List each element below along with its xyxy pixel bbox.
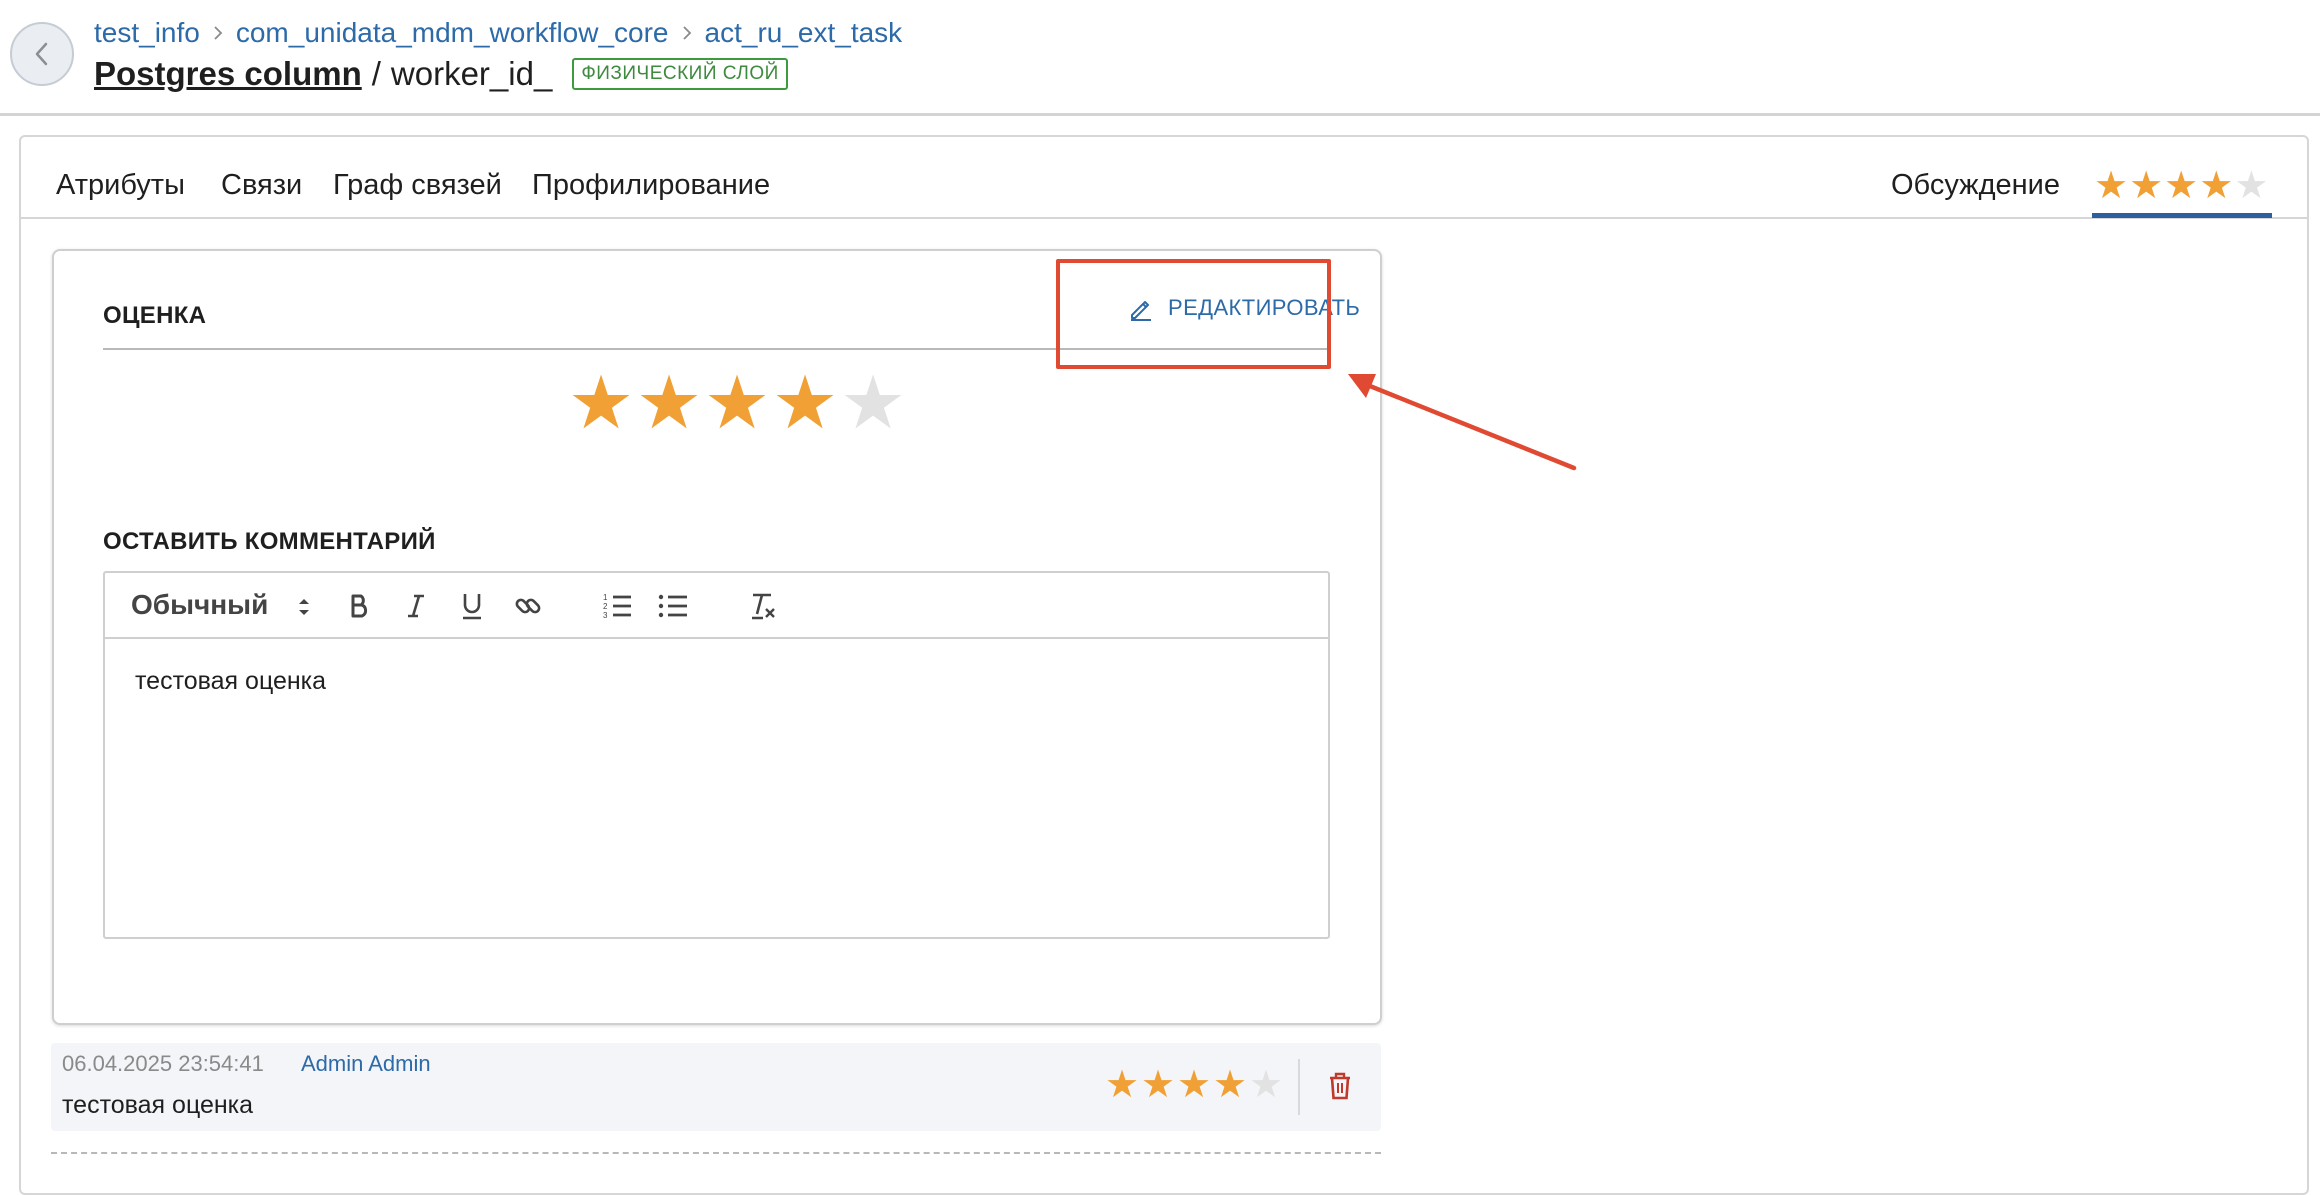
format-select-value: Обычный (131, 589, 269, 620)
underline-button[interactable] (454, 588, 490, 624)
editor-text[interactable]: тестовая оценка (135, 667, 326, 696)
rating-star-icon[interactable]: ★ (771, 363, 839, 443)
breadcrumb-item[interactable]: com_unidata_mdm_workflow_core (236, 17, 669, 49)
comment-rating-star-icon: ★ (1248, 1064, 1284, 1106)
bold-button[interactable] (342, 588, 378, 624)
comment-divider (1298, 1059, 1300, 1115)
rating-star-icon[interactable]: ★ (567, 363, 635, 443)
comment-author[interactable]: Admin Admin (301, 1051, 431, 1077)
delete-comment-button[interactable] (1328, 1071, 1352, 1106)
layer-badge: ФИЗИЧЕСКИЙ СЛОЙ (572, 58, 788, 90)
tab-rating-star-icon: ★ (2164, 165, 2199, 207)
tab-rating-star-icon: ★ (2234, 165, 2269, 207)
tab-rating-star-icon: ★ (2094, 165, 2129, 207)
comment-editor: Обычный 1 2 3 тестовая оценка (103, 571, 1330, 939)
svg-text:2: 2 (603, 602, 608, 611)
comment-item: 06.04.2025 23:54:41 Admin Admin тестовая… (51, 1043, 1381, 1131)
highlight-box (1056, 259, 1331, 369)
entity-name: worker_id_ (390, 55, 553, 92)
tab-relations[interactable]: Связи (221, 169, 302, 202)
ordered-list-icon: 1 2 3 (603, 593, 631, 620)
italic-icon (408, 594, 424, 618)
back-button[interactable] (10, 22, 74, 86)
breadcrumb-item[interactable]: act_ru_ext_task (705, 17, 903, 49)
editor-toolbar: Обычный 1 2 3 (105, 573, 1328, 639)
underline-icon (463, 594, 481, 620)
breadcrumb-item[interactable]: test_info (94, 17, 200, 49)
chevron-right-icon (681, 24, 693, 42)
tab-rating-stars[interactable]: ★ ★ ★ ★ ★ (2094, 167, 2269, 205)
comment-rating-stars: ★ ★ ★ ★ ★ (1104, 1063, 1284, 1107)
trash-icon (1330, 1072, 1350, 1100)
comment-rating-star-icon: ★ (1140, 1064, 1176, 1106)
annotation-arrow (1348, 374, 1577, 471)
tab-relations-graph[interactable]: Граф связей (333, 169, 502, 202)
link-button[interactable] (510, 588, 546, 624)
tab-bar: Атрибуты Связи Граф связей Профилировани… (21, 137, 2307, 219)
page-title: Postgres column / worker_id_ ФИЗИЧЕСКИЙ … (94, 52, 788, 96)
tab-rating-star-icon: ★ (2199, 165, 2234, 207)
select-arrows-icon (299, 599, 309, 615)
tab-discussion[interactable]: Обсуждение (1891, 169, 2060, 202)
comment-rating-star-icon: ★ (1212, 1064, 1248, 1106)
tab-rating-star-icon: ★ (2129, 165, 2164, 207)
tab-profiling[interactable]: Профилирование (532, 169, 770, 202)
bullet-list-icon (658, 594, 687, 618)
rating-star-icon[interactable]: ★ (839, 363, 907, 443)
comment-text: тестовая оценка (62, 1091, 254, 1119)
comment-date: 06.04.2025 23:54:41 (62, 1051, 264, 1076)
comment-rating-star-icon: ★ (1176, 1064, 1212, 1106)
rating-stars[interactable]: ★ ★ ★ ★ ★ (567, 363, 907, 443)
comments-separator (51, 1152, 1381, 1154)
rating-section-title: ОЦЕНКА (103, 302, 207, 329)
entity-type-link[interactable]: Postgres column (94, 55, 362, 93)
format-select[interactable]: Обычный (131, 589, 309, 621)
comment-section-title: ОСТАВИТЬ КОММЕНТАРИЙ (103, 528, 436, 555)
svg-text:3: 3 (603, 611, 608, 620)
bold-icon (351, 594, 368, 618)
italic-button[interactable] (398, 588, 434, 624)
clear-format-icon (752, 593, 775, 620)
title-separator: / (371, 55, 381, 92)
rating-star-icon[interactable]: ★ (635, 363, 703, 443)
breadcrumb: test_info com_unidata_mdm_workflow_core … (94, 16, 902, 50)
rating-star-icon[interactable]: ★ (703, 363, 771, 443)
chevron-left-icon (35, 42, 48, 66)
active-tab-indicator (2092, 213, 2272, 218)
svg-text:1: 1 (603, 593, 608, 602)
bullet-list-button[interactable] (655, 588, 691, 624)
link-icon (515, 598, 541, 614)
tab-attributes[interactable]: Атрибуты (56, 169, 185, 202)
page-header: test_info com_unidata_mdm_workflow_core … (0, 0, 2320, 116)
comment-rating-star-icon: ★ (1104, 1064, 1140, 1106)
chevron-right-icon (212, 24, 224, 42)
ordered-list-button[interactable]: 1 2 3 (599, 588, 635, 624)
clear-format-button[interactable] (745, 588, 781, 624)
